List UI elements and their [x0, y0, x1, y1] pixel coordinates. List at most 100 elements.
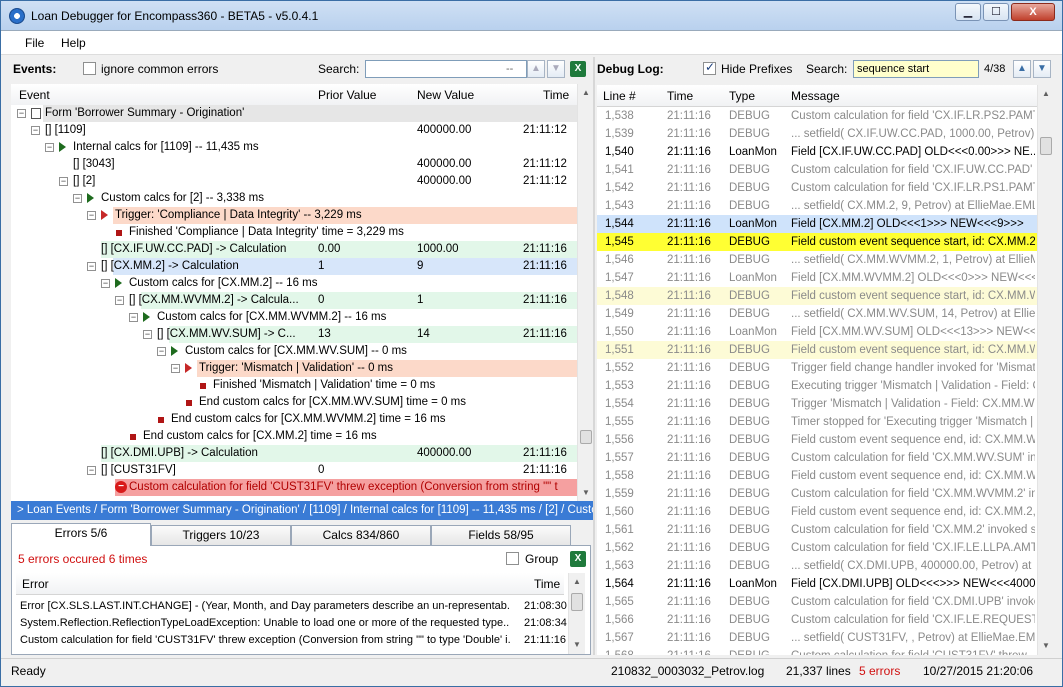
tree-row[interactable]: End custom calcs for [CX.MM.WVMM.2] time…: [11, 411, 577, 428]
log-row[interactable]: 1,539 21:11:16 DEBUG ... setfield( CX.IF.UW…: [597, 125, 1037, 143]
debug-log-grid[interactable]: Line # Time Type Message 1,538 21:11:16 DE…: [597, 85, 1037, 655]
log-row[interactable]: 1,557 21:11:16 DEBUG Custom calculation for…: [597, 449, 1037, 467]
events-scrollbar[interactable]: ▲ ▼: [577, 84, 594, 501]
log-row[interactable]: 1,549 21:11:16 DEBUG ... setfield( CX.MM.WV…: [597, 305, 1037, 323]
tree-row[interactable]: −[] [CX.MM.2] -> Calculation 1 9 21:11:16: [11, 258, 577, 275]
tree-row[interactable]: − Custom calculation for field 'CUST31FV'…: [11, 479, 577, 496]
log-row[interactable]: 1,553 21:11:16 DEBUG Executing trigger 'Mis…: [597, 377, 1037, 395]
errors-scroll-thumb[interactable]: [571, 593, 583, 611]
collapse-toggle-icon[interactable]: −: [129, 313, 138, 322]
log-row[interactable]: 1,548 21:11:16 DEBUG Field custom event seq…: [597, 287, 1037, 305]
debug-scrollbar[interactable]: ▲ ▼: [1037, 85, 1054, 655]
col-message[interactable]: Message: [791, 89, 840, 103]
col-time[interactable]: Time: [543, 88, 569, 102]
collapse-toggle-icon[interactable]: −: [143, 330, 152, 339]
log-row[interactable]: 1,555 21:11:16 DEBUG Timer stopped for 'Exe…: [597, 413, 1037, 431]
collapse-toggle-icon[interactable]: −: [45, 143, 54, 152]
excel-export-icon[interactable]: X: [570, 61, 586, 77]
col-debug-time[interactable]: Time: [667, 89, 693, 103]
breadcrumb[interactable]: > Loan Events / Form 'Borrower Summary -…: [11, 501, 593, 520]
log-row[interactable]: 1,540 21:11:16 LoanMon Field [CX.IF.UW.CC.P…: [597, 143, 1037, 161]
scroll-thumb[interactable]: [580, 430, 592, 444]
log-row[interactable]: 1,544 21:11:16 LoanMon Field [CX.MM.2] OLD<…: [597, 215, 1037, 233]
log-row[interactable]: 1,562 21:11:16 DEBUG Custom calculation for…: [597, 539, 1037, 557]
col-error-time[interactable]: Time: [534, 577, 560, 591]
log-row[interactable]: 1,566 21:11:16 DEBUG Custom calculation for…: [597, 611, 1037, 629]
errors-scroll-down-icon[interactable]: ▼: [569, 636, 585, 653]
error-row[interactable]: Custom calculation for field 'CUST31FV' …: [16, 632, 566, 649]
debug-search-input[interactable]: [853, 60, 979, 78]
log-row[interactable]: 1,558 21:11:16 DEBUG Field custom event seq…: [597, 467, 1037, 485]
errors-excel-icon[interactable]: X: [570, 551, 586, 567]
col-new-value[interactable]: New Value: [417, 88, 474, 102]
collapse-toggle-icon[interactable]: −: [171, 364, 180, 373]
collapse-toggle-icon[interactable]: −: [17, 109, 26, 118]
tree-row[interactable]: − Custom calcs for [2] -- 3,338 ms: [11, 190, 577, 207]
log-row[interactable]: 1,538 21:11:16 DEBUG Custom calculation for…: [597, 107, 1037, 125]
log-row[interactable]: 1,559 21:11:16 DEBUG Custom calculation for…: [597, 485, 1037, 503]
tree-row[interactable]: −[] [1109] 400000.00 21:11:12: [11, 122, 577, 139]
collapse-toggle-icon[interactable]: −: [31, 126, 40, 135]
tree-row[interactable]: − Custom calcs for [CX.MM.2] -- 16 ms: [11, 275, 577, 292]
tab-calcs[interactable]: Calcs 834/860: [291, 525, 431, 545]
col-prior-value[interactable]: Prior Value: [318, 88, 376, 102]
log-row[interactable]: 1,568 21:11:16 DEBUG Custom calculation for…: [597, 647, 1037, 655]
log-row[interactable]: 1,550 21:11:16 LoanMon Field [CX.MM.WV.SUM]…: [597, 323, 1037, 341]
log-row[interactable]: 1,564 21:11:16 LoanMon Field [CX.DMI.UPB] O…: [597, 575, 1037, 593]
tree-row[interactable]: − Form 'Borrower Summary - Origination': [11, 105, 577, 122]
tree-row[interactable]: − Custom calcs for [CX.MM.WV.SUM] -- 0 ms: [11, 343, 577, 360]
col-type[interactable]: Type: [729, 89, 755, 103]
tree-row[interactable]: [] [CX.DMI.UPB] -> Calculation 400000.00 2…: [11, 445, 577, 462]
events-tree[interactable]: − Form 'Borrower Summary - Origination' −[…: [11, 105, 577, 501]
events-search-down-button[interactable]: ▼: [547, 60, 565, 78]
log-row[interactable]: 1,563 21:11:16 DEBUG ... setfield( CX.DMI.U…: [597, 557, 1037, 575]
tree-row[interactable]: −[] [CUST31FV] 0 21:11:16: [11, 462, 577, 479]
log-row[interactable]: 1,561 21:11:16 DEBUG Custom calculation for…: [597, 521, 1037, 539]
hide-prefixes-checkbox[interactable]: [703, 60, 716, 75]
log-row[interactable]: 1,560 21:11:16 DEBUG Field custom event seq…: [597, 503, 1037, 521]
tree-row[interactable]: −[] [2] 400000.00 21:11:12: [11, 173, 577, 190]
collapse-toggle-icon[interactable]: −: [73, 194, 82, 203]
menu-help[interactable]: Help: [61, 36, 86, 50]
tab-triggers[interactable]: Triggers 10/23: [151, 525, 291, 545]
log-row[interactable]: 1,556 21:11:16 DEBUG Field custom event seq…: [597, 431, 1037, 449]
tab-fields[interactable]: Fields 58/95: [431, 525, 571, 545]
maximize-button[interactable]: ☐: [983, 3, 1009, 21]
tree-row[interactable]: −[] [CX.MM.WV.SUM] -> C... 13 14 21:11:16: [11, 326, 577, 343]
ignore-errors-checkbox[interactable]: [83, 62, 96, 75]
tree-row[interactable]: − Internal calcs for [1109] -- 11,435 ms: [11, 139, 577, 156]
tree-row[interactable]: End custom calcs for [CX.MM.2] time = 16…: [11, 428, 577, 445]
log-row[interactable]: 1,552 21:11:16 DEBUG Trigger field change h…: [597, 359, 1037, 377]
group-checkbox[interactable]: [506, 552, 519, 565]
log-row[interactable]: 1,541 21:11:16 DEBUG Custom calculation for…: [597, 161, 1037, 179]
debug-search-down-button[interactable]: ▼: [1033, 60, 1051, 78]
tree-row[interactable]: Finished 'Compliance | Data Integrity' t…: [11, 224, 577, 241]
collapse-toggle-icon[interactable]: −: [87, 466, 96, 475]
debug-scroll-thumb[interactable]: [1040, 137, 1052, 155]
tree-row[interactable]: − Custom calcs for [CX.MM.WVMM.2] -- 16 m…: [11, 309, 577, 326]
log-row[interactable]: 1,545 21:11:16 DEBUG Field custom event seq…: [597, 233, 1037, 251]
minimize-button[interactable]: ▁: [955, 3, 981, 21]
debug-scroll-down-icon[interactable]: ▼: [1038, 637, 1054, 654]
col-event[interactable]: Event: [19, 88, 50, 102]
errors-scrollbar[interactable]: ▲ ▼: [568, 573, 585, 654]
events-search-input[interactable]: [365, 60, 527, 78]
collapse-toggle-icon[interactable]: −: [87, 262, 96, 271]
menu-file[interactable]: File: [25, 36, 44, 50]
log-row[interactable]: 1,567 21:11:16 DEBUG ... setfield( CUST31FV…: [597, 629, 1037, 647]
log-row[interactable]: 1,554 21:11:16 DEBUG Trigger 'Mismatch | Va…: [597, 395, 1037, 413]
tree-row[interactable]: − Trigger: 'Compliance | Data Integrity' …: [11, 207, 577, 224]
debug-search-up-button[interactable]: ▲: [1013, 60, 1031, 78]
collapse-toggle-icon[interactable]: −: [59, 177, 68, 186]
tree-row[interactable]: Finished 'Mismatch | Validation' time = …: [11, 377, 577, 394]
tree-row[interactable]: End custom calcs for [CX.MM.WV.SUM] time…: [11, 394, 577, 411]
collapse-toggle-icon[interactable]: −: [101, 279, 110, 288]
log-row[interactable]: 1,565 21:11:16 DEBUG Custom calculation for…: [597, 593, 1037, 611]
tree-row[interactable]: [] [3043] 400000.00 21:11:12: [11, 156, 577, 173]
log-row[interactable]: 1,543 21:11:16 DEBUG ... setfield( CX.MM.2,…: [597, 197, 1037, 215]
events-search-up-button[interactable]: ▲: [527, 60, 545, 78]
tree-row[interactable]: − Trigger: 'Mismatch | Validation' -- 0 m…: [11, 360, 577, 377]
collapse-toggle-icon[interactable]: −: [87, 211, 96, 220]
tree-row[interactable]: −[] [CX.MM.WVMM.2] -> Calcula... 0 1 21:11:…: [11, 292, 577, 309]
collapse-toggle-icon[interactable]: −: [157, 347, 166, 356]
